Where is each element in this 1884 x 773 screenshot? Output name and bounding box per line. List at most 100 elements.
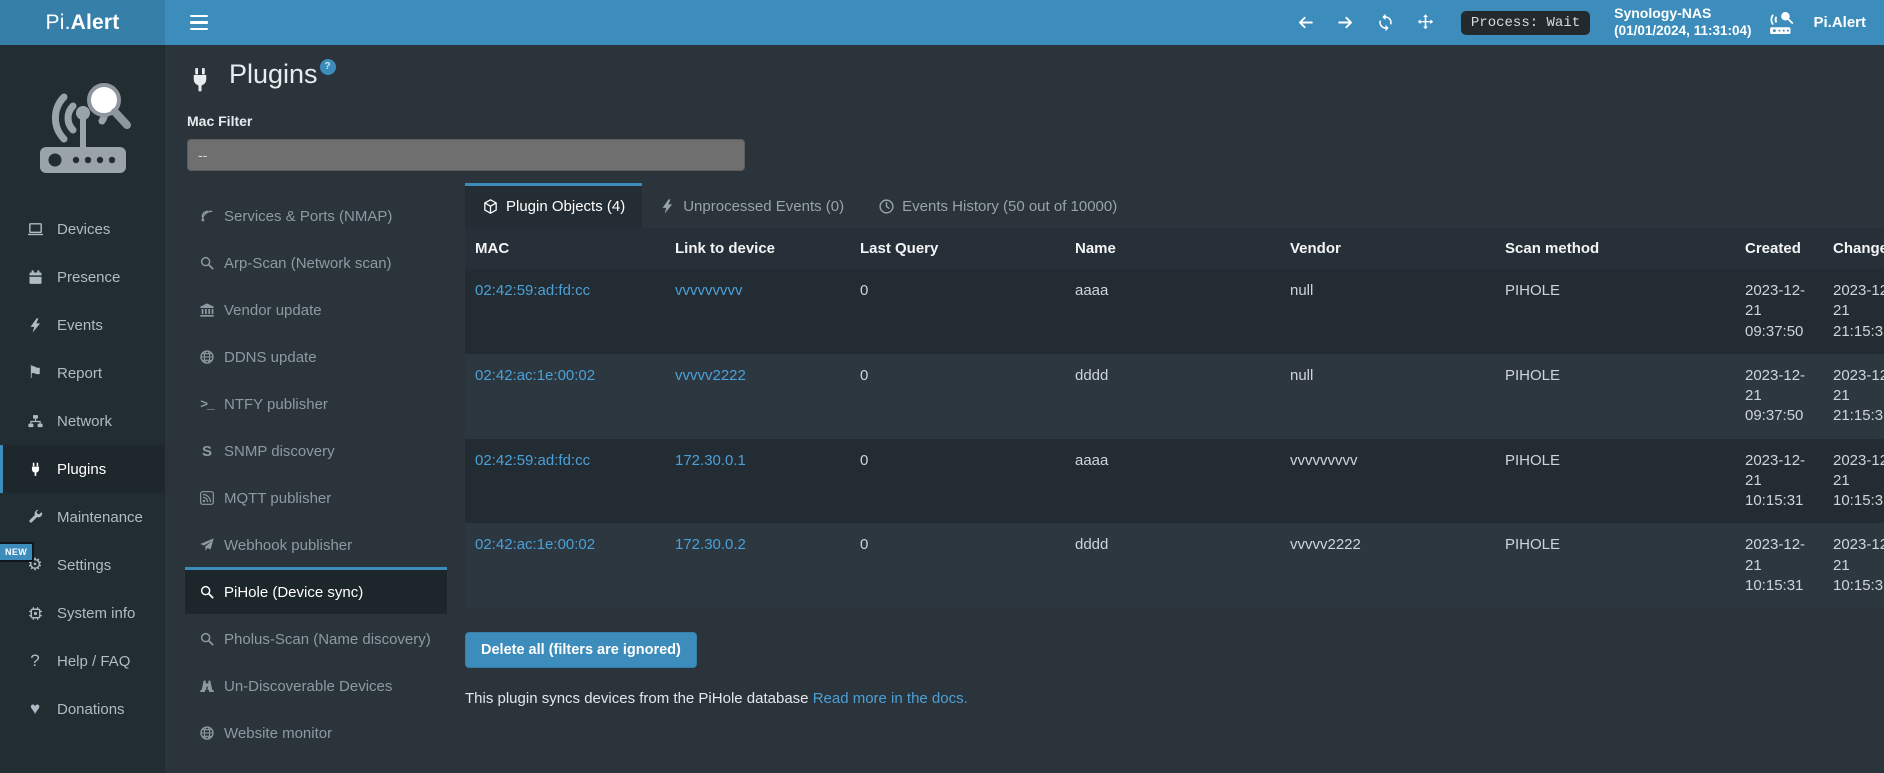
mac-filter-input[interactable] — [187, 139, 745, 171]
column-header-name[interactable]: Name — [1065, 228, 1280, 269]
plugin-item-label: SNMP discovery — [224, 443, 335, 460]
plugin-item-label: Website monitor — [224, 725, 332, 742]
name-cell: aaaa — [1065, 439, 1280, 524]
column-header-last-query[interactable]: Last Query — [850, 228, 1065, 269]
mac-link[interactable]: 02:42:59:ad:fd:cc — [475, 282, 590, 299]
move-icon[interactable] — [1413, 10, 1439, 36]
help-badge-icon[interactable]: ? — [320, 59, 336, 75]
globe-icon — [197, 724, 217, 742]
scan-method-cell: PIHOLE — [1495, 523, 1735, 608]
sidebar-item-events[interactable]: Events — [0, 301, 165, 349]
tab-label: Events History (50 out of 10000) — [902, 198, 1117, 215]
plugin-item-pihole[interactable]: PiHole (Device sync) — [185, 567, 447, 614]
plugin-item-mqtt[interactable]: MQTT publisher — [185, 473, 447, 520]
top-bar: Pi.Alert Process: Wait Synology-NAS — [0, 0, 1884, 45]
sidebar-toggle-button[interactable] — [179, 0, 219, 45]
sidebar-item-devices[interactable]: Devices — [0, 205, 165, 253]
sidebar-item-report[interactable]: ⚑ Report — [0, 349, 165, 397]
flag-icon: ⚑ — [25, 363, 45, 383]
device-link[interactable]: 172.30.0.2 — [675, 536, 746, 553]
plugin-item-label: DDNS update — [224, 349, 317, 366]
sidebar-item-presence[interactable]: Presence — [0, 253, 165, 301]
plugin-item-ntfy[interactable]: >_ NTFY publisher — [185, 379, 447, 426]
device-link[interactable]: 172.30.0.1 — [675, 452, 746, 469]
mac-link[interactable]: 02:42:59:ad:fd:cc — [475, 452, 590, 469]
sidebar-item-maintenance[interactable]: Maintenance — [0, 493, 165, 541]
magnifier-icon — [197, 254, 217, 272]
mac-filter-label: Mac Filter — [187, 113, 1884, 129]
created-cell: 2023-12-21 09:37:50 — [1735, 269, 1823, 354]
rss-icon — [197, 489, 217, 507]
plugin-objects-table: MAC Link to device Last Query Name Vendo… — [465, 228, 1884, 608]
paper-plane-icon — [197, 536, 217, 554]
terminal-icon: >_ — [197, 395, 217, 413]
tab-label: Plugin Objects (4) — [506, 198, 625, 215]
plugin-nav-list: Services & Ports (NMAP) Arp-Scan (Networ… — [185, 183, 447, 755]
plugin-item-nmap[interactable]: Services & Ports (NMAP) — [185, 191, 447, 238]
plugin-item-label: Un-Discoverable Devices — [224, 678, 392, 695]
plugin-item-snmp[interactable]: S SNMP discovery — [185, 426, 447, 473]
sidebar-item-label: Maintenance — [57, 509, 143, 526]
back-arrow-icon[interactable] — [1293, 10, 1319, 36]
plugin-item-label: Services & Ports (NMAP) — [224, 208, 392, 225]
plugin-description: This plugin syncs devices from the PiHol… — [465, 690, 1884, 707]
sidebar-item-plugins[interactable]: Plugins — [0, 445, 165, 493]
pialert-logo — [0, 45, 165, 205]
changed-cell: 2023-12-21 21:15:31 — [1823, 269, 1884, 354]
column-header-changed[interactable]: Changed — [1823, 228, 1884, 269]
plugin-item-label: NTFY publisher — [224, 396, 328, 413]
plugin-item-webhook[interactable]: Webhook publisher — [185, 520, 447, 567]
device-link[interactable]: vvvvvvvvv — [675, 282, 743, 299]
plugin-item-undiscoverable[interactable]: Un-Discoverable Devices — [185, 661, 447, 708]
forward-arrow-icon[interactable] — [1333, 10, 1359, 36]
name-cell: dddd — [1065, 523, 1280, 608]
pialert-app: Pi.Alert Process: Wait Synology-NAS — [0, 0, 1884, 773]
process-status-badge: Process: Wait — [1461, 11, 1590, 35]
tab-strip: Plugin Objects (4) Unprocessed Events (0… — [465, 183, 1884, 228]
question-icon: ? — [25, 651, 45, 671]
sidebar-item-donations[interactable]: ♥ Donations — [0, 685, 165, 733]
column-header-created[interactable]: Created — [1735, 228, 1823, 269]
sidebar-item-network[interactable]: Network — [0, 397, 165, 445]
bolt-icon — [659, 198, 676, 215]
tab-plugin-objects[interactable]: Plugin Objects (4) — [465, 183, 642, 228]
name-cell: dddd — [1065, 354, 1280, 439]
mac-link[interactable]: 02:42:ac:1e:00:02 — [475, 536, 595, 553]
laptop-icon — [25, 219, 45, 239]
refresh-icon[interactable] — [1373, 10, 1399, 36]
plugin-item-label: PiHole (Device sync) — [224, 584, 363, 601]
bolt-icon — [25, 315, 45, 335]
bank-icon — [197, 301, 217, 319]
mac-link[interactable]: 02:42:ac:1e:00:02 — [475, 367, 595, 384]
device-link[interactable]: vvvvv2222 — [675, 367, 746, 384]
plugin-item-arp-scan[interactable]: Arp-Scan (Network scan) — [185, 238, 447, 285]
plugin-item-label: Arp-Scan (Network scan) — [224, 255, 392, 272]
main-content: Plugins? Mac Filter Services & Ports (NM… — [165, 45, 1884, 773]
brand-logo[interactable]: Pi.Alert — [0, 0, 165, 45]
scan-method-cell: PIHOLE — [1495, 269, 1735, 354]
sidebar-item-help-faq[interactable]: ? Help / FAQ — [0, 637, 165, 685]
last-query-cell: 0 — [850, 523, 1065, 608]
sidebar-item-label: System info — [57, 605, 135, 622]
snmp-s-icon: S — [197, 442, 217, 460]
tab-unprocessed-events[interactable]: Unprocessed Events (0) — [642, 183, 861, 228]
column-header-mac[interactable]: MAC — [465, 228, 665, 269]
host-name: Synology-NAS — [1614, 5, 1751, 23]
plugin-item-website-monitor[interactable]: Website monitor — [185, 708, 447, 755]
sidebar-item-system-info[interactable]: System info — [0, 589, 165, 637]
sidebar-item-label: Network — [57, 413, 112, 430]
plugin-item-pholus[interactable]: Pholus-Scan (Name discovery) — [185, 614, 447, 661]
column-header-link[interactable]: Link to device — [665, 228, 850, 269]
created-cell: 2023-12-21 09:37:50 — [1735, 354, 1823, 439]
plugin-item-ddns-update[interactable]: DDNS update — [185, 332, 447, 379]
delete-all-button[interactable]: Delete all (filters are ignored) — [465, 632, 697, 668]
tab-events-history[interactable]: Events History (50 out of 10000) — [861, 183, 1134, 228]
column-header-scan-method[interactable]: Scan method — [1495, 228, 1735, 269]
docs-link[interactable]: Read more in the docs. — [813, 690, 968, 707]
plugin-item-vendor-update[interactable]: Vendor update — [185, 285, 447, 332]
top-nav: Process: Wait Synology-NAS (01/01/2024, … — [165, 0, 1884, 45]
mac-filter-block: Mac Filter — [187, 113, 1884, 171]
wrench-icon — [25, 507, 45, 527]
router-icon — [1765, 8, 1799, 38]
column-header-vendor[interactable]: Vendor — [1280, 228, 1495, 269]
